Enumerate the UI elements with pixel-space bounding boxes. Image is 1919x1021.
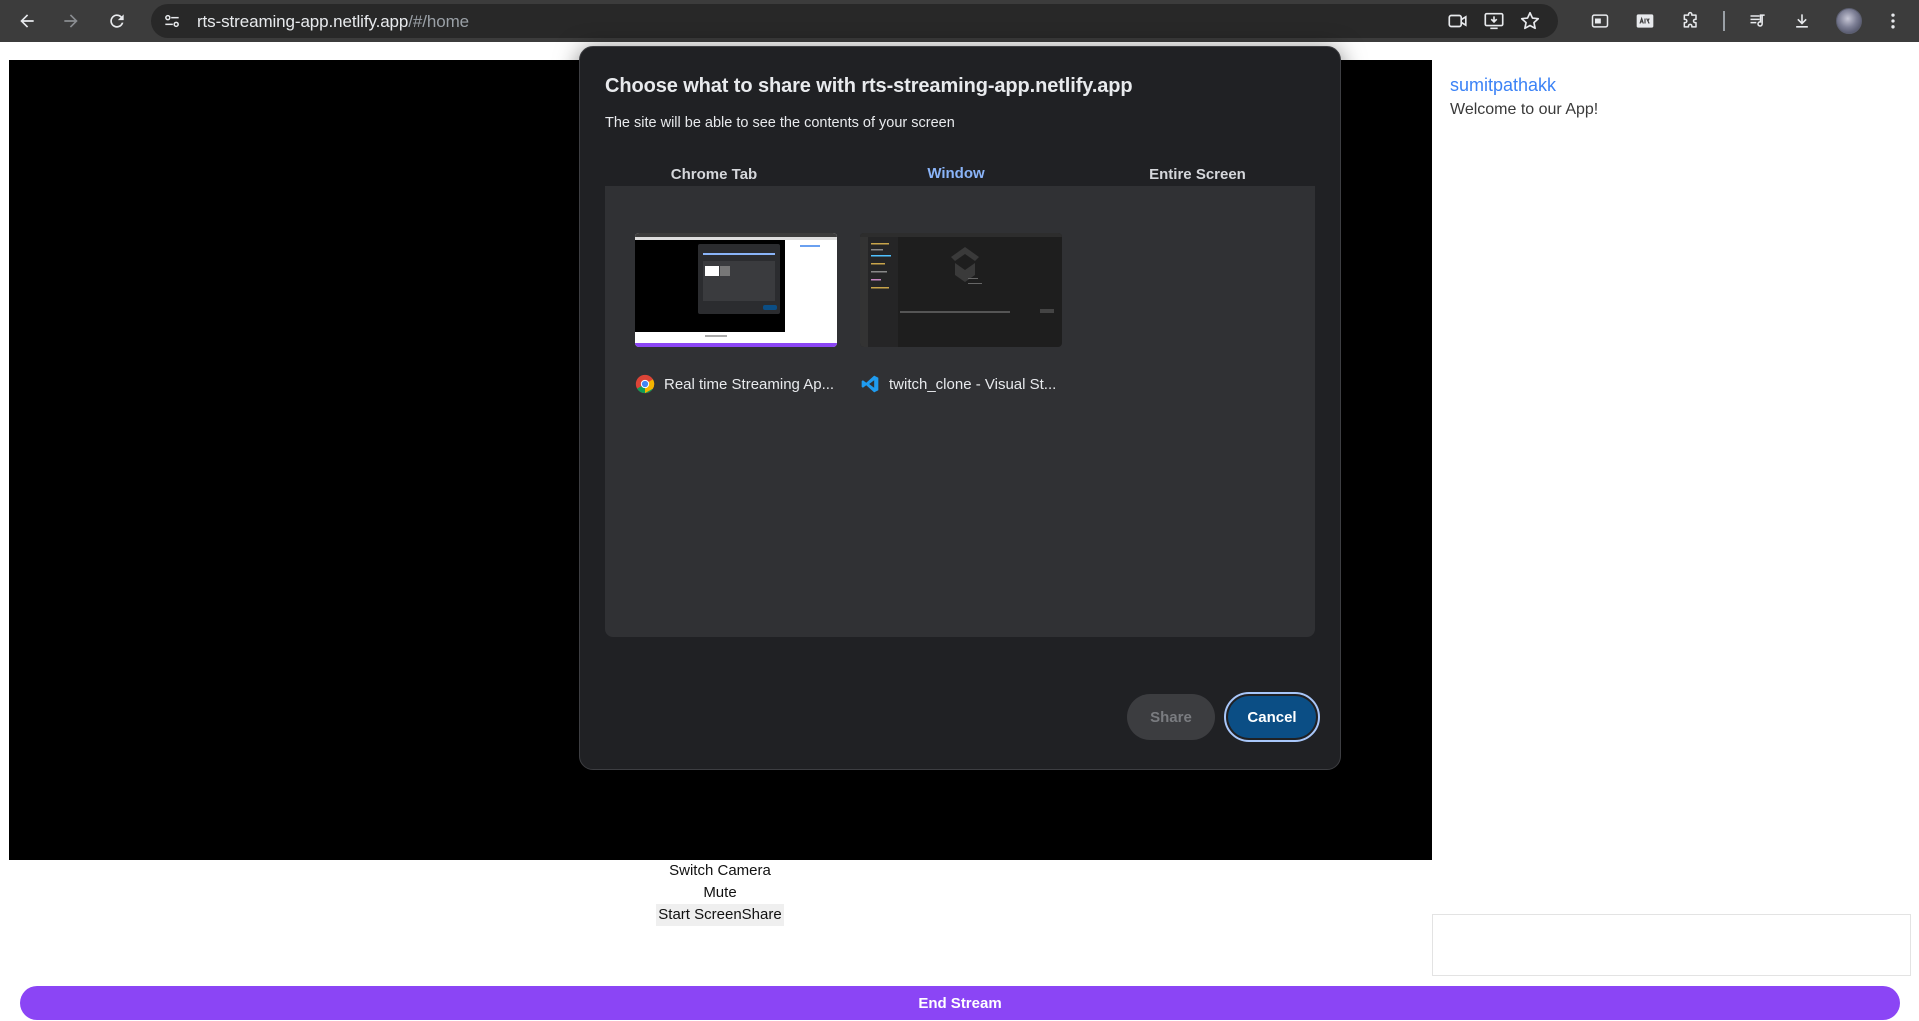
camera-in-use-icon[interactable] <box>1447 10 1469 32</box>
vscode-icon <box>860 374 880 394</box>
window-thumbnail[interactable] <box>635 233 837 347</box>
chat-panel: sumitpathakk Welcome to our App! <box>1432 60 1919 910</box>
more-menu-icon[interactable] <box>1878 6 1908 36</box>
window-tile-chrome[interactable]: Real time Streaming Ap... <box>635 233 837 394</box>
side-panel-icon[interactable] <box>1585 6 1615 36</box>
window-label: twitch_clone - Visual St... <box>860 373 1070 395</box>
bookmark-star-icon[interactable] <box>1519 10 1541 32</box>
stream-controls: Switch Camera Mute Start ScreenShare <box>620 860 820 926</box>
extensions-puzzle-icon[interactable] <box>1676 6 1706 36</box>
screen-share-dialog: Choose what to share with rts-streaming-… <box>579 46 1341 770</box>
window-title: Real time Streaming Ap... <box>664 375 835 393</box>
cancel-button-label[interactable]: Cancel <box>1228 696 1316 738</box>
url-text[interactable]: rts-streaming-app.netlify.app/#/home <box>197 12 469 32</box>
back-icon[interactable] <box>12 6 42 36</box>
site-settings-icon[interactable] <box>159 9 185 33</box>
forward-icon[interactable] <box>56 6 86 36</box>
chat-username[interactable]: sumitpathakk <box>1450 75 1556 96</box>
window-label: Real time Streaming Ap... <box>635 373 845 395</box>
profile-avatar[interactable] <box>1836 8 1862 34</box>
chrome-icon <box>635 374 655 394</box>
window-tile-vscode[interactable]: twitch_clone - Visual St... <box>860 233 1062 393</box>
browser-toolbar: rts-streaming-app.netlify.app/#/home <box>0 0 1919 42</box>
share-button[interactable]: Share <box>1127 694 1215 740</box>
chat-message: Welcome to our App! <box>1450 101 1599 118</box>
mute-button[interactable]: Mute <box>701 882 738 904</box>
chat-input[interactable] <box>1432 914 1911 976</box>
end-stream-button[interactable]: End Stream <box>20 986 1900 1020</box>
address-bar[interactable]: rts-streaming-app.netlify.app/#/home <box>151 4 1558 38</box>
reload-icon[interactable] <box>102 6 132 36</box>
install-app-icon[interactable] <box>1483 10 1505 32</box>
extension-ably-icon[interactable] <box>1630 6 1660 36</box>
toolbar-separator <box>1723 11 1725 31</box>
media-controls-icon[interactable] <box>1743 6 1773 36</box>
start-screenshare-button[interactable]: Start ScreenShare <box>656 904 784 926</box>
downloads-icon[interactable] <box>1787 6 1817 36</box>
switch-camera-button[interactable]: Switch Camera <box>667 860 773 882</box>
window-list-panel: Real time Streaming Ap... twitch_clone -… <box>605 186 1315 637</box>
cancel-button[interactable]: Cancel <box>1224 692 1320 742</box>
window-title: twitch_clone - Visual St... <box>889 375 1057 393</box>
dialog-subtitle: The site will be able to see the content… <box>605 115 955 131</box>
dialog-title: Choose what to share with rts-streaming-… <box>605 75 1133 97</box>
window-thumbnail[interactable] <box>860 233 1062 347</box>
